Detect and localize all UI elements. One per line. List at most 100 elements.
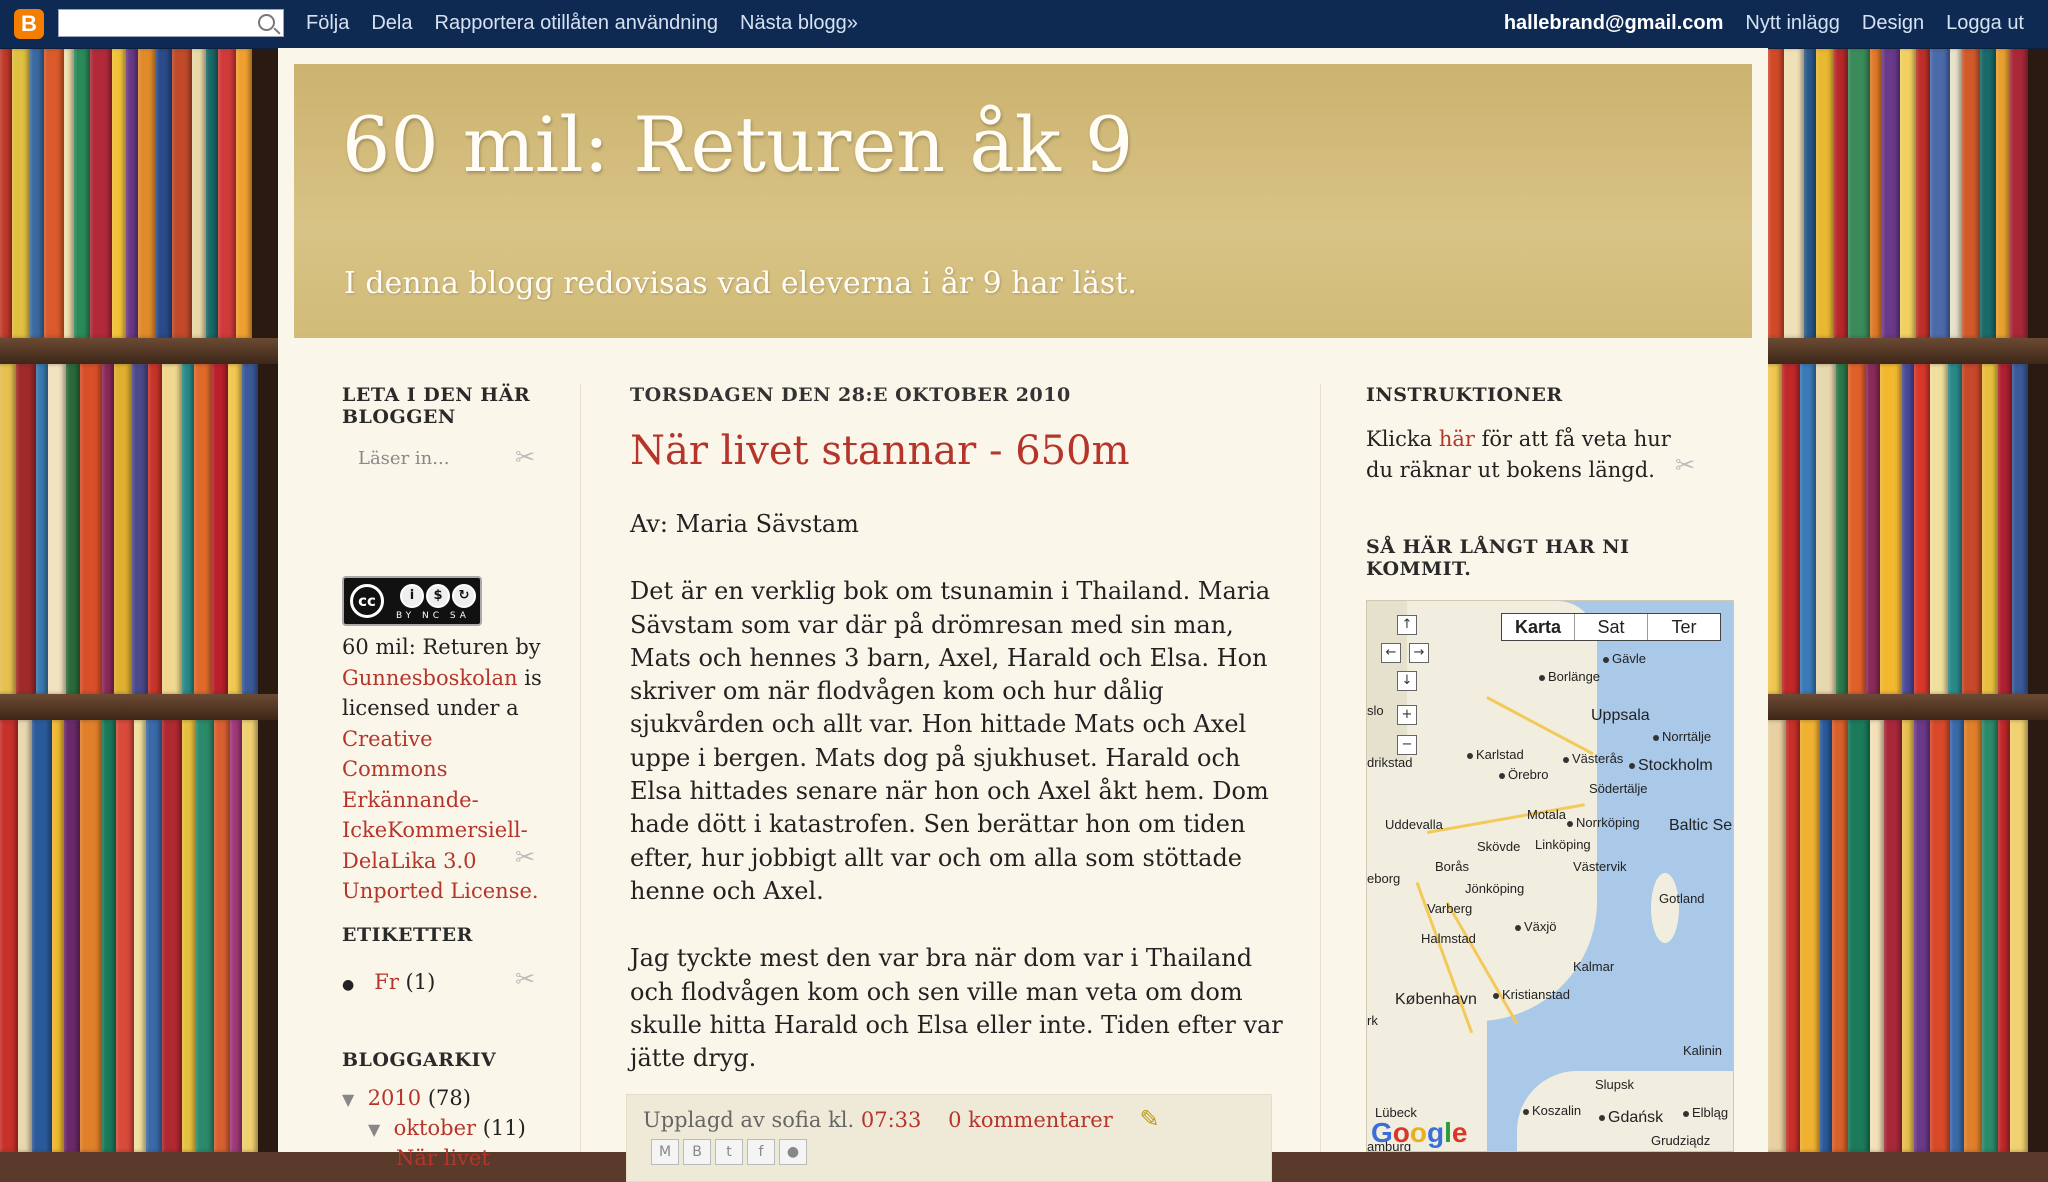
label-link[interactable]: Fr — [374, 970, 399, 994]
navbar-account: hallebrand@gmail.com Nytt inlägg Design … — [1504, 12, 2024, 35]
map-city-label: Växjö — [1515, 919, 1557, 934]
edit-widget-icon[interactable]: ✂ — [512, 844, 538, 870]
blogger-logo-icon[interactable]: B — [14, 9, 44, 39]
label-count: (1) — [405, 970, 436, 994]
zoom-out-icon[interactable]: − — [1397, 735, 1417, 755]
buzz-share-icon[interactable]: ● — [779, 1139, 807, 1165]
map-city-label: Kalinin — [1683, 1043, 1723, 1058]
cc-icon: cc — [350, 584, 384, 618]
sa-icon: ↻ — [452, 584, 476, 608]
map-land-gotland — [1651, 873, 1679, 943]
post-body: Av: Maria Sävstam Det är en verklig bok … — [630, 508, 1290, 1109]
map-tab-karta[interactable]: Karta — [1502, 614, 1575, 640]
cc-license-badge[interactable]: cc i $ ↻ BY NC SA — [342, 576, 482, 626]
pan-left-icon[interactable]: ← — [1381, 643, 1401, 663]
map-city-label: Elbląg — [1683, 1105, 1728, 1120]
labels-widget-title: ETIKETTER — [342, 924, 473, 946]
cc-badge-text: BY NC SA — [396, 611, 470, 621]
blog-page: 60 mil: Returen åk 9 I denna blogg redov… — [278, 48, 1768, 1182]
labels-list: ● Fr (1) — [342, 970, 436, 994]
sign-out-link[interactable]: Logga ut — [1946, 12, 2024, 35]
follow-link[interactable]: Följa — [306, 12, 349, 35]
map-city-label: slo — [1367, 703, 1384, 718]
post-date-header: TORSDAGEN DEN 28:E OKTOBER 2010 — [630, 384, 1071, 406]
facebook-share-icon[interactable]: f — [747, 1139, 775, 1165]
google-map[interactable]: Karta Sat Ter ↑ ← → ↓ + − Gävle Borlänge… — [1366, 600, 1734, 1152]
zoom-in-icon[interactable]: + — [1397, 705, 1417, 725]
license-prefix: 60 mil: Returen by — [342, 635, 541, 659]
map-city-label: Gdańsk — [1599, 1109, 1663, 1127]
email-share-icon[interactable]: M — [651, 1139, 679, 1165]
map-city-label: Grudziądz — [1651, 1133, 1711, 1148]
expand-triangle-icon[interactable]: ▼ — [368, 1120, 380, 1139]
edit-widget-icon[interactable]: ✂ — [512, 444, 538, 470]
blog-search-loading[interactable]: Läser in... — [358, 448, 449, 469]
share-link[interactable]: Dela — [371, 12, 412, 35]
map-city-label: Uppsala — [1591, 707, 1650, 724]
map-city-label: Varberg — [1427, 901, 1473, 916]
navbar-links: Följa Dela Rapportera otillåten användni… — [306, 12, 858, 35]
map-city-label: Stockholm — [1629, 757, 1713, 775]
map-city-label: Örebro — [1499, 767, 1548, 782]
pan-down-icon[interactable]: ↓ — [1397, 671, 1417, 691]
map-city-label: Karlstad — [1467, 747, 1524, 762]
map-city-label: Borlänge — [1539, 669, 1600, 684]
column-divider — [580, 384, 581, 1152]
blog-header: 60 mil: Returen åk 9 I denna blogg redov… — [294, 64, 1752, 338]
map-tab-ter[interactable]: Ter — [1648, 614, 1720, 640]
search-icon[interactable] — [258, 14, 275, 31]
archive-month-link[interactable]: oktober — [394, 1116, 476, 1140]
user-email: hallebrand@gmail.com — [1503, 12, 1724, 34]
map-city-label: Slupsk — [1595, 1077, 1635, 1092]
google-logo: Google — [1371, 1117, 1468, 1148]
archive-month-count: (11) — [482, 1116, 526, 1140]
map-city-label: Gotland — [1659, 891, 1705, 906]
pan-right-icon[interactable]: → — [1409, 643, 1429, 663]
bookshelf-background-left — [0, 0, 278, 1152]
twitter-share-icon[interactable]: t — [715, 1139, 743, 1165]
map-city-label: Baltic Se — [1669, 817, 1733, 834]
navbar-search-input[interactable] — [58, 9, 284, 37]
map-city-label: Halmstad — [1421, 931, 1476, 946]
map-city-label: drikstad — [1367, 755, 1413, 770]
map-city-label: Skövde — [1477, 839, 1521, 854]
blog-title[interactable]: 60 mil: Returen åk 9 — [342, 100, 1133, 189]
instructions-widget-title: INSTRUKTIONER — [1366, 384, 1563, 406]
comments-link[interactable]: 0 kommentarer — [948, 1108, 1113, 1132]
post-paragraph: Det är en verklig bok om tsunamin i Thai… — [630, 577, 1271, 905]
map-city-label: Södertälje — [1589, 781, 1648, 796]
instructions-here-link[interactable]: här — [1439, 427, 1475, 451]
author-link[interactable]: Gunnesboskolan — [342, 666, 518, 690]
map-city-label: eborg — [1367, 871, 1401, 886]
edit-post-pencil-icon[interactable]: ✎ — [1139, 1105, 1159, 1133]
blog-archive: ▼ 2010 (78) ▼ oktober (11) När livet — [342, 1086, 526, 1170]
map-city-label: Kalmar — [1573, 959, 1615, 974]
new-post-link[interactable]: Nytt inlägg — [1745, 12, 1840, 35]
blogthis-share-icon[interactable]: B — [683, 1139, 711, 1165]
post-paragraph: Jag tyckte mest den var bra när dom var … — [630, 944, 1283, 1073]
map-city-label: Norrtälje — [1653, 729, 1711, 744]
edit-widget-icon[interactable]: ✂ — [1672, 452, 1698, 478]
report-abuse-link[interactable]: Rapportera otillåten användning — [435, 12, 719, 35]
archive-post-link[interactable]: När livet — [396, 1146, 490, 1170]
map-tab-sat[interactable]: Sat — [1575, 614, 1648, 640]
map-widget-title: SÅ HÄR LÅNGT HAR NI KOMMIT. — [1366, 536, 1630, 580]
design-link[interactable]: Design — [1862, 12, 1924, 35]
instructions-text-before: Klicka — [1366, 427, 1433, 451]
posted-by-text: Upplagd av sofia kl. — [643, 1108, 855, 1132]
map-city-label: Borås — [1435, 859, 1469, 874]
search-widget-title: LETA I DEN HÄR BLOGGEN — [342, 384, 531, 428]
main-column: TORSDAGEN DEN 28:E OKTOBER 2010 När live… — [626, 384, 1290, 1182]
map-city-label: København — [1395, 991, 1477, 1008]
expand-triangle-icon[interactable]: ▼ — [342, 1090, 354, 1109]
archive-year-link[interactable]: 2010 — [368, 1086, 421, 1110]
license-link[interactable]: Creative Commons Erkännande-IckeKommersi… — [342, 727, 539, 904]
archive-widget-title: BLOGGARKIV — [342, 1049, 497, 1071]
post-title[interactable]: När livet stannar - 650m — [630, 428, 1130, 474]
map-city-label: Koszalin — [1523, 1103, 1581, 1118]
share-buttons: M B t f ● — [651, 1139, 807, 1165]
post-time-link[interactable]: 07:33 — [861, 1108, 922, 1132]
next-blog-link[interactable]: Nästa blogg» — [740, 12, 858, 35]
pan-up-icon[interactable]: ↑ — [1397, 615, 1417, 635]
edit-widget-icon[interactable]: ✂ — [512, 966, 538, 992]
